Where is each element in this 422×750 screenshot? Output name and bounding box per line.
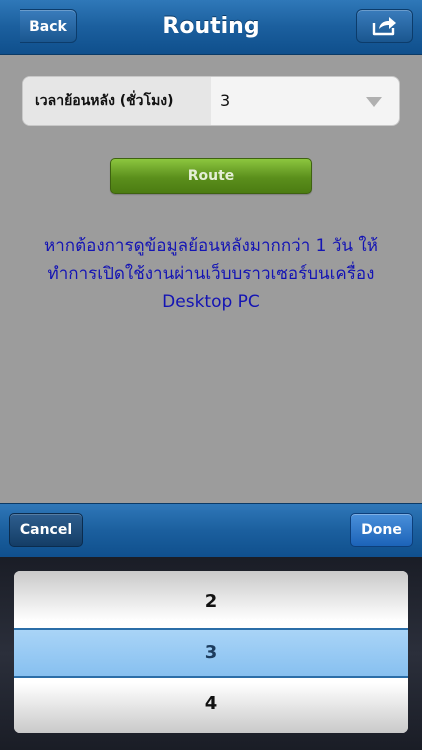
back-button-label: Back: [29, 19, 67, 35]
picker-toolbar: Cancel Done: [0, 503, 422, 558]
route-button[interactable]: Route: [110, 158, 312, 194]
hours-back-label: เวลาย้อนหลัง (ชั่วโมง): [23, 77, 211, 125]
share-icon: [372, 17, 396, 36]
picker-option[interactable]: 2: [14, 577, 408, 627]
navigation-bar: Routing Back: [0, 0, 422, 55]
notice-line: ทำการเปิดใช้งานผ่านเว็บบราวเซอร์บนเครื่อ…: [47, 264, 375, 284]
hours-back-select[interactable]: เวลาย้อนหลัง (ชั่วโมง) 3: [22, 76, 400, 126]
dropdown-arrow-icon: [366, 97, 382, 107]
notice-line: Desktop PC: [162, 292, 260, 312]
notice-text: หากต้องการดูข้อมูลย้อนหลังมากกว่า 1 วัน …: [16, 232, 406, 316]
done-button[interactable]: Done: [350, 513, 413, 547]
hours-picker-wheel[interactable]: 2 3 4: [14, 571, 408, 733]
picker-option-selected[interactable]: 3: [14, 628, 408, 678]
share-button[interactable]: [356, 9, 413, 43]
back-button[interactable]: Back: [20, 9, 77, 43]
notice-line: หากต้องการดูข้อมูลย้อนหลังมากกว่า 1 วัน …: [44, 236, 378, 256]
picker-option[interactable]: 4: [14, 679, 408, 729]
hours-back-value: 3: [220, 91, 231, 110]
cancel-button[interactable]: Cancel: [9, 513, 83, 547]
